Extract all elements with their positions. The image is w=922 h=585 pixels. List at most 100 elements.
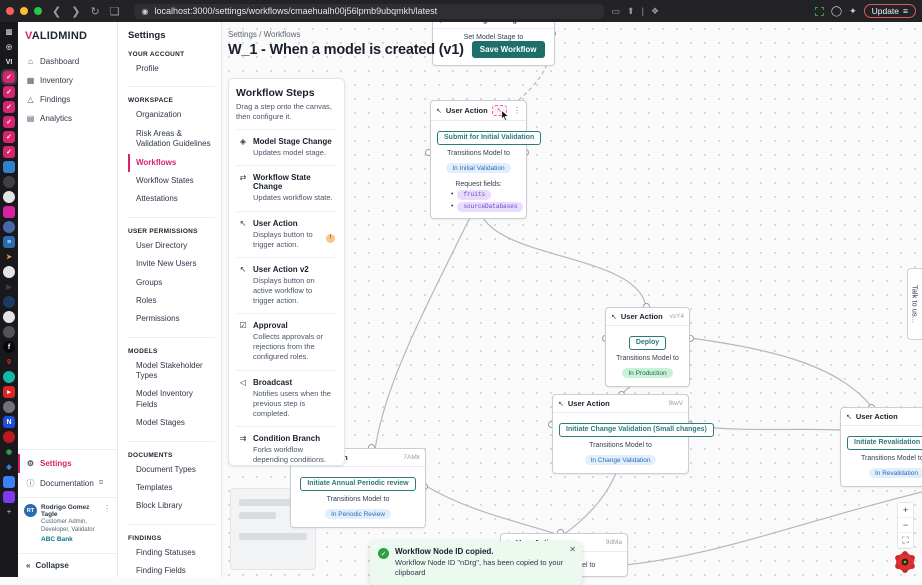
extension-icon[interactable]: ❖ (651, 6, 659, 17)
user-block[interactable]: RT Rodrigo Gomez Tagle Customer Admin, D… (18, 497, 117, 549)
settings-nav-item-invite-new-users[interactable]: Invite New Users (128, 255, 215, 273)
gray-tab[interactable] (3, 326, 15, 338)
node-user-action-change-validation[interactable]: ↖ User Action 9twV Initiate Change Valid… (552, 394, 689, 474)
deploy-button[interactable]: Deploy (629, 336, 666, 350)
gray-tab[interactable] (3, 176, 15, 188)
copy-node-id-button[interactable]: ↖ (492, 105, 507, 116)
bookmark-icon[interactable]: ❏ (110, 5, 120, 18)
settings-nav-item-finding-statuses[interactable]: Finding Statuses (128, 544, 215, 562)
collapse-sidebar-button[interactable]: «Collapse (18, 553, 117, 577)
instagram-tab[interactable] (3, 206, 15, 218)
teal-tab[interactable] (3, 371, 15, 383)
discord-tab[interactable] (3, 221, 15, 233)
workflow-step-workflow-state-change[interactable]: ⇄Workflow State ChangeUpdates workflow s… (236, 165, 337, 210)
settings-nav-item-model-stakeholder-types[interactable]: Model Stakeholder Types (128, 357, 215, 386)
workflow-step-broadcast[interactable]: ◁BroadcastNotifies users when the previo… (236, 370, 337, 426)
sidebar-item-findings[interactable]: △Findings (18, 90, 117, 109)
orange-arrow-tab[interactable]: ➤ (3, 251, 15, 263)
reload-icon[interactable]: ↻ (90, 5, 99, 18)
zoom-out-button[interactable]: − (898, 518, 913, 533)
save-workflow-button[interactable]: Save Workflow (472, 41, 545, 58)
workflow-step-approval[interactable]: ☑ApprovalCollects approvals or rejection… (236, 313, 337, 369)
close-icon[interactable]: ✕ (569, 545, 576, 554)
validmind-tab[interactable]: ✓ (3, 101, 15, 113)
target-icon[interactable]: ◎ (3, 41, 15, 53)
initiate-revalidation-button[interactable]: Initiate Revalidation (Big ch (847, 436, 922, 450)
close-window-button[interactable] (6, 7, 14, 15)
settings-nav-item-permissions[interactable]: Permissions (128, 310, 215, 328)
red-tab[interactable] (3, 431, 15, 443)
site-info-icon[interactable]: ◉ (142, 7, 149, 16)
grid-tab[interactable] (3, 476, 15, 488)
youtube-tab[interactable]: ▸ (3, 386, 15, 398)
settings-nav-item-profile[interactable]: Profile (128, 60, 215, 78)
spark-icon[interactable]: ✦ (849, 6, 857, 17)
initiate-periodic-review-button[interactable]: Initiate Annual Periodic review (300, 477, 415, 491)
settings-nav-item-finding-fields[interactable]: Finding Fields (128, 562, 215, 577)
node-menu-icon[interactable]: ⋮ (513, 106, 521, 115)
validmind-tab[interactable]: ✓ (3, 146, 15, 158)
user-menu-icon[interactable]: ⋮ (103, 504, 111, 543)
fit-view-button[interactable]: ⛶ (898, 533, 913, 548)
settings-nav-item-model-inventory-fields[interactable]: Model Inventory Fields (128, 385, 215, 414)
settings-nav-item-groups[interactable]: Groups (128, 274, 215, 292)
address-bar[interactable]: ◉ localhost:3000/settings/workflows/cmae… (134, 4, 604, 19)
settings-nav-item-document-types[interactable]: Document Types (128, 461, 215, 479)
initiate-change-validation-button[interactable]: Initiate Change Validation (Small change… (559, 423, 714, 437)
settings-nav-item-user-directory[interactable]: User Directory (128, 237, 215, 255)
node-user-action-deploy[interactable]: ↖ User Action vsY4 Deploy Transitions Mo… (605, 307, 690, 387)
validmind-tab[interactable]: ✓ (3, 116, 15, 128)
maximize-window-button[interactable] (34, 7, 42, 15)
minimize-window-button[interactable] (20, 7, 28, 15)
sidebar-item-inventory[interactable]: ▦Inventory (18, 71, 117, 90)
submit-initial-validation-button[interactable]: Submit for Initial Validation (437, 131, 541, 145)
validmind-tab[interactable]: ✓ (3, 86, 15, 98)
profile-icon[interactable]: ◯ (831, 6, 842, 17)
navy-tab[interactable] (3, 296, 15, 308)
sidebar-item-dashboard[interactable]: ⌂Dashboard (18, 52, 117, 71)
blue-list-tab[interactable]: ≡ (3, 236, 15, 248)
github-tab[interactable] (3, 311, 15, 323)
validmind-tab[interactable]: ✓ (3, 131, 15, 143)
settings-nav-item-block-library[interactable]: Block Library (128, 497, 215, 515)
settings-nav-item-model-stages[interactable]: Model Stages (128, 414, 215, 432)
github-tab[interactable] (3, 266, 15, 278)
talk-to-us-tab[interactable]: Talk to us... (907, 268, 922, 340)
gray-tab[interactable] (3, 401, 15, 413)
sidebar-item-documentation[interactable]: ⓘDocumentation⧉ (18, 473, 117, 494)
breadcrumb-workflows[interactable]: Workflows (264, 30, 301, 39)
settings-nav-item-attestations[interactable]: Attestations (128, 190, 215, 208)
workflow-step-condition-branch[interactable]: ⇉Condition BranchForks workflow dependin… (236, 426, 337, 466)
nine-tab[interactable]: 9 (3, 356, 15, 368)
workflow-step-model-stage-change[interactable]: ◈Model Stage ChangeUpdates model stage. (236, 129, 337, 165)
maps-pin-tab[interactable]: ◉ (3, 446, 15, 458)
sidebar-item-settings[interactable]: ⚙Settings (18, 454, 117, 473)
panels-icon[interactable]: ▥ (3, 26, 15, 38)
sidebar-item-analytics[interactable]: ▤Analytics (18, 109, 117, 128)
settings-nav-item-risk-areas-validation-guidelines[interactable]: Risk Areas & Validation Guidelines (128, 125, 215, 154)
update-browser-button[interactable]: Update ≡ (864, 4, 916, 18)
settings-nav-item-roles[interactable]: Roles (128, 292, 215, 310)
breadcrumb-settings[interactable]: Settings (228, 30, 257, 39)
validmind-tab[interactable]: ✓ (3, 71, 15, 83)
forward-icon[interactable]: ❯ (71, 5, 80, 18)
node-user-action-main[interactable]: ↖ User Action ↖ ⋮ Submit for Initial Val… (430, 100, 527, 219)
settings-nav-item-organization[interactable]: Organization (128, 106, 215, 124)
blue-app-tab[interactable] (3, 161, 15, 173)
share-icon[interactable]: ⬆ (627, 6, 635, 17)
new-tab[interactable]: + (3, 506, 15, 518)
maps-pin-tab[interactable]: ◈ (3, 461, 15, 473)
settings-nav-item-workflow-states[interactable]: Workflow States (128, 172, 215, 190)
pip-icon[interactable]: ▭ (612, 6, 621, 17)
facebook-tab[interactable]: f (3, 341, 15, 353)
back-icon[interactable]: ❮ (52, 5, 61, 18)
purple-tab[interactable] (3, 491, 15, 503)
play-tab[interactable]: ▶ (3, 281, 15, 293)
notion-tab[interactable]: N (3, 416, 15, 428)
node-user-action-revalidation[interactable]: ↖ User Action Initiate Revalidation (Big… (840, 407, 922, 487)
zoom-in-button[interactable]: + (898, 503, 913, 518)
settings-nav-item-workflows[interactable]: Workflows (128, 154, 215, 172)
workflow-step-user-action-v2[interactable]: ↖User Action v2Displays button on active… (236, 257, 337, 313)
screenshot-region-icon[interactable] (815, 7, 824, 16)
workflow-step-user-action[interactable]: ↖User ActionDisplays button to trigger a… (236, 211, 337, 257)
